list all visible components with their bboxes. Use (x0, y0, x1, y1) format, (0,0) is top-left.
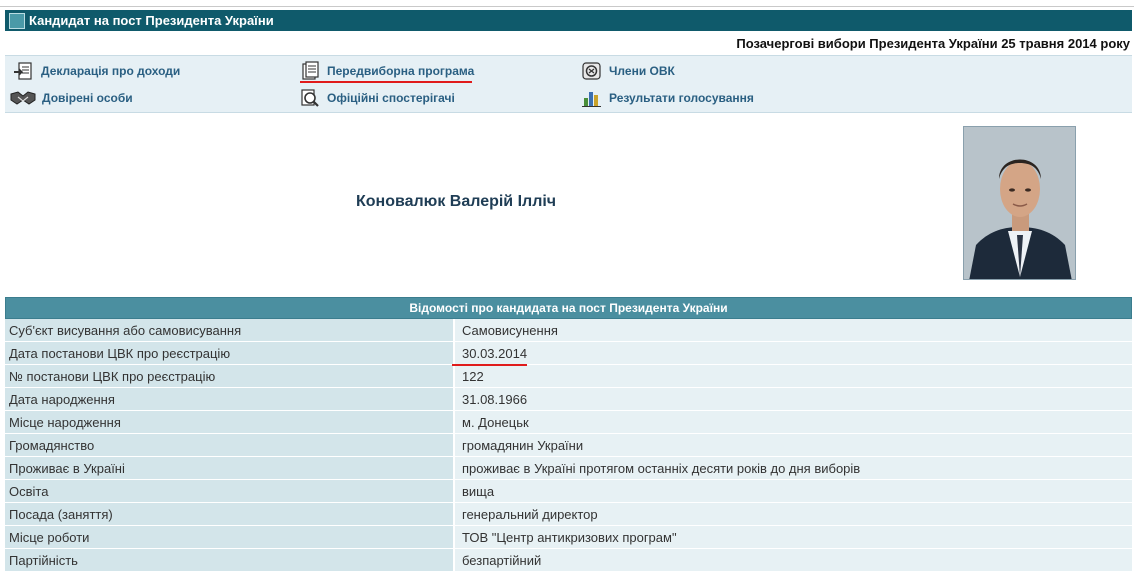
row-value-residence: проживає в Україні протягом останніх дес… (453, 457, 1132, 480)
table-row: Громадянство громадянин України (5, 434, 1132, 457)
nav-commission-members-label: Члени ОВК (609, 64, 675, 78)
row-key-birth-date: Дата народження (5, 388, 453, 411)
program-link-annotation-underline (300, 81, 472, 83)
results-bar-icon (581, 88, 603, 108)
nav-observers[interactable]: Офіційні спостерігачі (299, 88, 455, 108)
row-value-party: безпартійний (453, 549, 1132, 572)
nav-program-label: Передвиборна програма (327, 64, 475, 78)
program-document-icon (299, 61, 321, 81)
row-key-birth-place: Місце народження (5, 411, 453, 434)
page-title-bar: Кандидат на пост Президента України (5, 10, 1132, 31)
candidate-info-table: Відомості про кандидата на пост Президен… (5, 297, 1132, 572)
row-value-birth-place: м. Донецьк (453, 411, 1132, 434)
row-value-birth-date: 31.08.1966 (453, 388, 1132, 411)
commission-members-icon (581, 61, 603, 81)
row-value-registration-date: 30.03.2014 (453, 342, 1132, 365)
row-key-position: Посада (заняття) (5, 503, 453, 526)
registration-date-annotation-underline (452, 364, 527, 366)
nav-observers-label: Офіційні спостерігачі (327, 91, 455, 105)
top-divider (0, 6, 1134, 7)
table-header: Відомості про кандидата на пост Президен… (5, 297, 1132, 319)
table-row: Освіта вища (5, 480, 1132, 503)
candidate-name: Коновалюк Валерій Ілліч (356, 193, 557, 210)
row-value-education: вища (453, 480, 1132, 503)
nav-trusted-persons-label: Довірені особи (42, 91, 133, 105)
row-value-position: генеральний директор (453, 503, 1132, 526)
magnifier-icon (299, 88, 321, 108)
table-row: Дата народження 31.08.1966 (5, 388, 1132, 411)
table-row: Суб'єкт висування або самовисування Само… (5, 319, 1132, 342)
row-key-residence: Проживає в Україні (5, 457, 453, 480)
title-square-icon (9, 12, 25, 29)
candidate-photo (963, 126, 1076, 280)
table-row: Посада (заняття) генеральний директор (5, 503, 1132, 526)
row-key-education: Освіта (5, 480, 453, 503)
table-row: Дата постанови ЦВК про реєстрацію 30.03.… (5, 342, 1132, 365)
table-row: Місце роботи ТОВ "Центр антикризових про… (5, 526, 1132, 549)
nav-declaration[interactable]: Декларація про доходи (13, 61, 180, 81)
row-key-registration-date: Дата постанови ЦВК про реєстрацію (5, 342, 453, 365)
nav-commission-members[interactable]: Члени ОВК (581, 61, 675, 81)
election-title: Позачергові вибори Президента України 25… (736, 36, 1130, 51)
table-row: № постанови ЦВК про реєстрацію 122 (5, 365, 1132, 388)
row-value-citizenship: громадянин України (453, 434, 1132, 457)
navigation-panel: Декларація про доходи Передвиборна прогр… (5, 55, 1132, 113)
page-title: Кандидат на пост Президента України (29, 13, 274, 28)
row-key-party: Партійність (5, 549, 453, 572)
table-row: Проживає в Україні проживає в Україні пр… (5, 457, 1132, 480)
row-key-workplace: Місце роботи (5, 526, 453, 549)
nav-trusted-persons[interactable]: Довірені особи (10, 88, 133, 108)
handshake-icon (10, 88, 36, 108)
row-value-workplace: ТОВ "Центр антикризових програм" (453, 526, 1132, 549)
row-key-nomination-subject: Суб'єкт висування або самовисування (5, 319, 453, 342)
table-row: Місце народження м. Донецьк (5, 411, 1132, 434)
table-row: Партійність безпартійний (5, 549, 1132, 572)
row-value-nomination-subject: Самовисунення (453, 319, 1132, 342)
nav-program[interactable]: Передвиборна програма (299, 61, 474, 81)
nav-voting-results[interactable]: Результати голосування (581, 88, 754, 108)
row-key-resolution-number: № постанови ЦВК про реєстрацію (5, 365, 453, 388)
row-key-citizenship: Громадянство (5, 434, 453, 457)
nav-voting-results-label: Результати голосування (609, 91, 754, 105)
row-value-resolution-number: 122 (453, 365, 1132, 388)
declaration-icon (13, 61, 35, 81)
nav-declaration-label: Декларація про доходи (41, 64, 181, 78)
